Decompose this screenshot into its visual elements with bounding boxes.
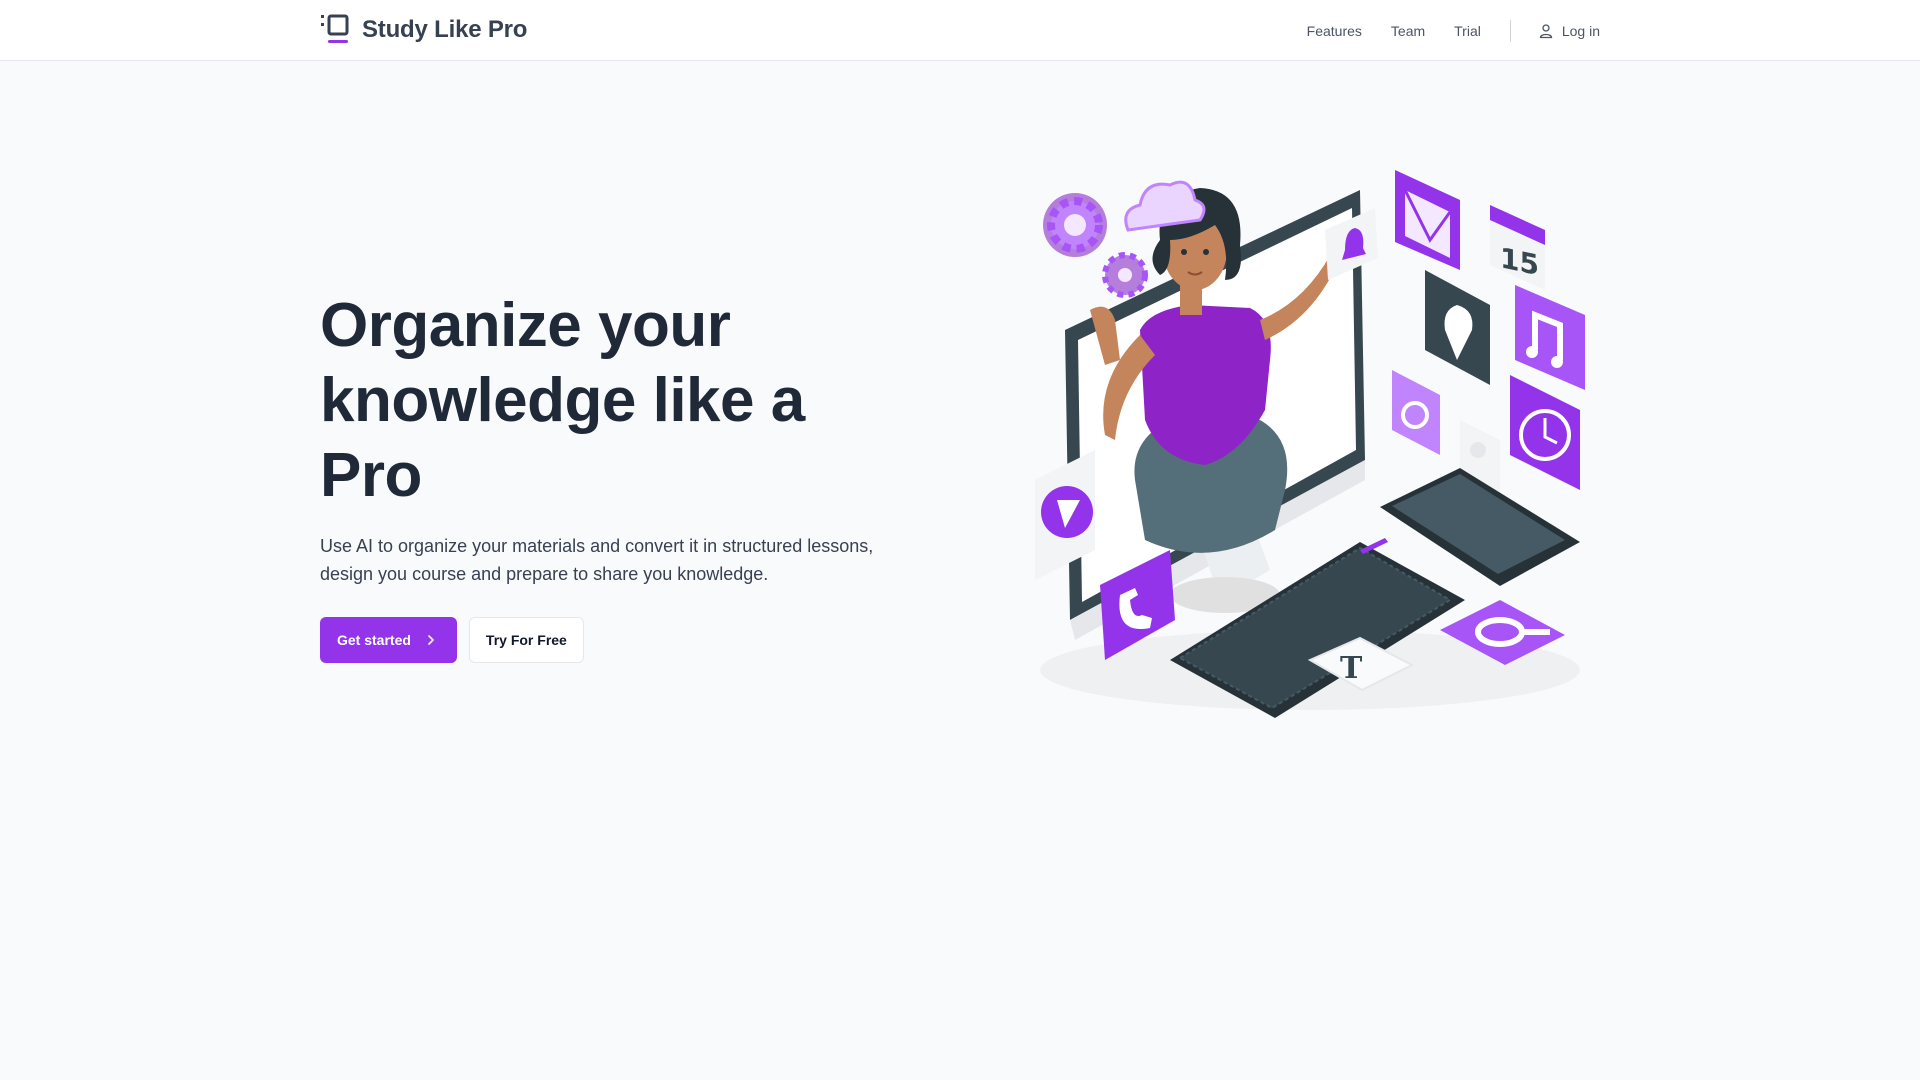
hero-text: Organize your knowledge like a Pro Use A… — [320, 288, 920, 663]
brand-name: Study Like Pro — [362, 16, 528, 43]
small-gear-icon — [1102, 252, 1148, 298]
nav-divider — [1509, 19, 1511, 42]
location-pin-icon — [1425, 270, 1490, 385]
smartphone — [1380, 468, 1580, 586]
calendar-icon: 15 — [1490, 205, 1545, 290]
music-icon — [1515, 285, 1585, 390]
login-label: Log in — [1561, 22, 1600, 39]
hero-illustration: 15 T — [1035, 170, 1585, 718]
calendar-day: 15 — [1500, 241, 1539, 282]
mail-icon — [1395, 170, 1460, 270]
chevron-right-icon — [428, 635, 434, 645]
gear-icon — [1043, 193, 1107, 257]
hero-subtitle: Use AI to organize your materials and co… — [320, 532, 900, 588]
try-for-free-label: Try For Free — [485, 632, 567, 648]
site-header: Study Like Pro Features Team Trial Log i… — [0, 0, 1920, 61]
headline-line-2: knowledge like a Pro — [320, 366, 805, 510]
headline-line-1: Organize your — [320, 291, 731, 360]
camera-icon — [1392, 370, 1440, 455]
text-tile-letter: T — [1340, 651, 1363, 686]
logo-icon — [321, 14, 349, 43]
hero-headline: Organize your knowledge like a Pro — [320, 288, 920, 513]
hero-actions: Get started Try For Free — [320, 617, 920, 663]
try-for-free-button[interactable]: Try For Free — [468, 617, 584, 663]
login-link[interactable]: Log in — [1538, 23, 1600, 39]
get-started-button[interactable]: Get started — [320, 617, 457, 663]
user-icon — [1539, 23, 1552, 38]
nav-features[interactable]: Features — [1307, 23, 1362, 39]
clock-icon — [1510, 375, 1580, 490]
get-started-label: Get started — [337, 632, 411, 648]
subtitle-line-2: design you course and prepare to share y… — [320, 564, 769, 584]
nav-trial[interactable]: Trial — [1454, 23, 1481, 39]
main-nav: Features Team Trial Log in — [1307, 0, 1600, 61]
nav-team[interactable]: Team — [1391, 23, 1425, 39]
subtitle-line-1: Use AI to organize your materials and co… — [320, 536, 874, 556]
brand-logo-link[interactable]: Study Like Pro — [320, 14, 527, 46]
